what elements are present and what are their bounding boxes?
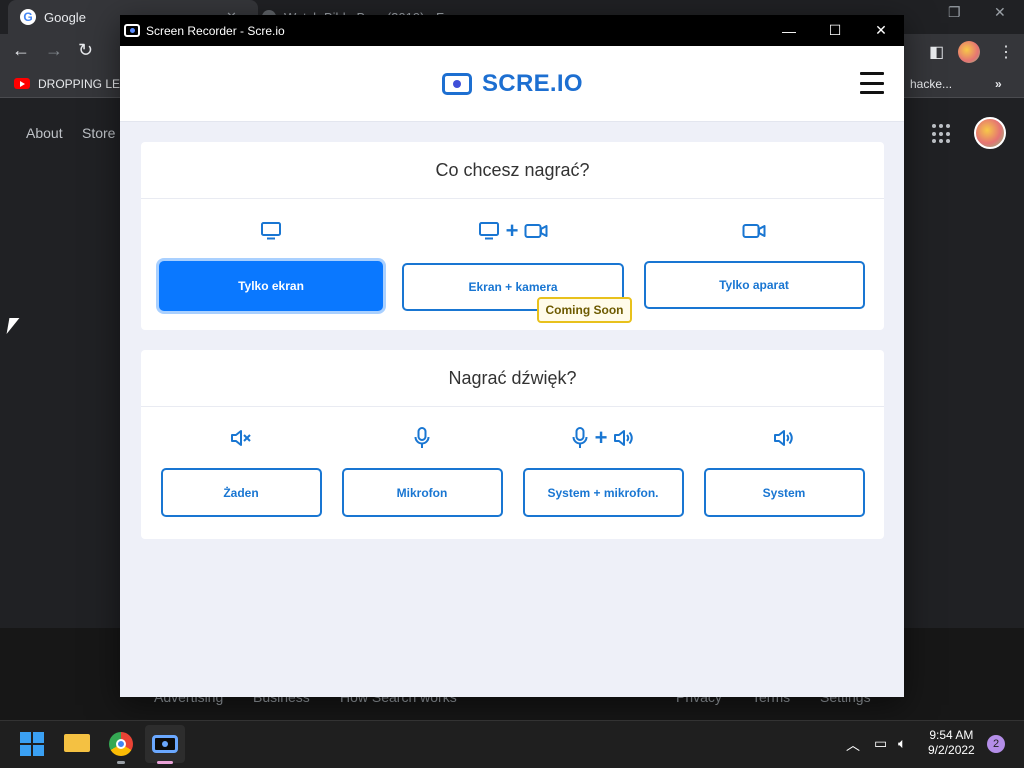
- start-windows-icon[interactable]: [20, 732, 44, 756]
- option-system-audio: System: [703, 426, 865, 517]
- sidebar-icon[interactable]: ◧: [929, 42, 944, 62]
- option-camera-only: Tylko aparat: [643, 219, 865, 309]
- active-indicator: [157, 761, 173, 764]
- camera-only-button[interactable]: Tylko aparat: [643, 261, 865, 309]
- bookmark-item[interactable]: DROPPING LEG: [38, 77, 129, 91]
- close-window-icon[interactable]: ✕: [858, 15, 904, 46]
- microphone-icon: [572, 427, 588, 448]
- chrome-icon[interactable]: [109, 732, 133, 756]
- maximize-icon[interactable]: ☐: [812, 15, 858, 46]
- window-titlebar: Screen Recorder - Scre.io — ☐ ✕: [120, 15, 904, 46]
- option-microphone: Mikrofon: [341, 426, 503, 517]
- option-no-audio: Żaden: [160, 426, 322, 517]
- hamburger-menu-icon[interactable]: [860, 72, 884, 94]
- tab-title: Google: [44, 9, 86, 25]
- notification-badge[interactable]: 2: [987, 735, 1005, 753]
- option-screen-only: Tylko ekran: [157, 219, 385, 311]
- about-link[interactable]: About: [26, 125, 63, 141]
- forward-icon[interactable]: →: [45, 40, 63, 61]
- profile-avatar[interactable]: [958, 41, 980, 63]
- app-header: SCRE.IO: [120, 46, 904, 122]
- reload-icon[interactable]: ↻: [78, 40, 93, 61]
- close-icon[interactable]: ✕: [994, 4, 1006, 21]
- coming-soon-badge: Coming Soon: [537, 297, 632, 323]
- window-title: Screen Recorder - Scre.io: [146, 23, 285, 38]
- apps-grid-icon[interactable]: [932, 124, 952, 144]
- recorder-window: Screen Recorder - Scre.io — ☐ ✕ SCRE.IO …: [120, 15, 904, 697]
- monitor-icon: [261, 222, 281, 240]
- back-icon[interactable]: ←: [12, 40, 30, 61]
- volume-icon[interactable]: 🔈︎: [898, 735, 906, 752]
- recorder-app-icon: [124, 24, 140, 37]
- system-microphone-button[interactable]: System + mikrofon.: [522, 468, 684, 517]
- plus-icon: +: [594, 425, 608, 450]
- network-icon[interactable]: ▭: [874, 735, 887, 752]
- logo[interactable]: SCRE.IO: [442, 70, 583, 98]
- clock-time: 9:54 AM: [929, 728, 974, 742]
- google-icon: G: [20, 9, 36, 25]
- running-indicator: [117, 761, 125, 764]
- no-audio-button[interactable]: Żaden: [160, 468, 322, 517]
- microphone-icon: [414, 427, 430, 448]
- logo-text: SCRE.IO: [482, 70, 583, 97]
- option-system-microphone: + System + mikrofon.: [522, 426, 684, 517]
- monitor-icon: [478, 222, 499, 240]
- recorder-app-icon: [152, 735, 178, 753]
- bookmark-item[interactable]: hacke...: [910, 77, 952, 91]
- restore-icon[interactable]: ❐: [948, 4, 961, 21]
- video-section-title: Co chcesz nagrać?: [141, 142, 884, 199]
- youtube-icon: [14, 78, 30, 89]
- file-explorer-icon[interactable]: [64, 734, 90, 752]
- logo-icon: [442, 73, 472, 95]
- chevron-up-icon[interactable]: ︿: [846, 735, 860, 755]
- mouse-cursor-icon: [6, 318, 20, 334]
- mute-icon: [231, 430, 251, 446]
- audio-source-card: Nagrać dźwięk? Żaden Mikrofon + System +…: [141, 350, 884, 539]
- screen-only-button[interactable]: Tylko ekran: [159, 261, 383, 311]
- video-source-card: Co chcesz nagrać? Tylko ekran + Ekran + …: [141, 142, 884, 330]
- plus-icon: +: [505, 218, 519, 243]
- menu-dots-icon[interactable]: ⋮: [998, 42, 1014, 62]
- camera-icon: [524, 224, 548, 238]
- speaker-icon: [614, 430, 634, 446]
- speaker-icon: [774, 430, 793, 446]
- microphone-button[interactable]: Mikrofon: [341, 468, 503, 517]
- camera-icon: [742, 224, 766, 238]
- minimize-icon[interactable]: —: [766, 15, 812, 46]
- clock-date: 9/2/2022: [928, 743, 975, 757]
- clock[interactable]: 9:54 AM 9/2/2022: [928, 728, 975, 758]
- audio-section-title: Nagrać dźwięk?: [141, 350, 884, 407]
- store-link[interactable]: Store: [82, 125, 115, 141]
- system-audio-button[interactable]: System: [703, 468, 865, 517]
- more-bookmarks-icon[interactable]: »: [995, 77, 1002, 91]
- account-avatar[interactable]: [974, 117, 1006, 149]
